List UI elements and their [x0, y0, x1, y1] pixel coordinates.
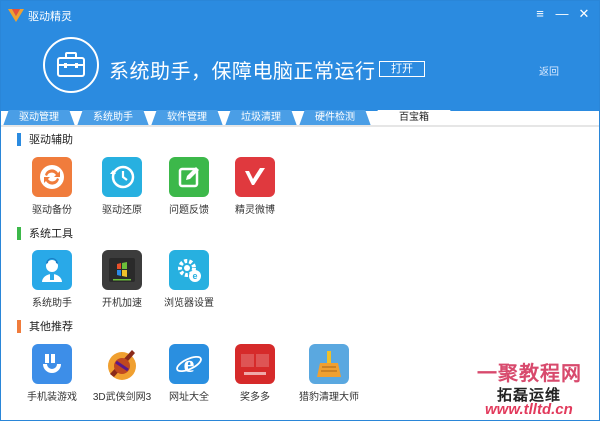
- cleanmaster-icon: [309, 344, 349, 384]
- watermark-line1: 一聚教程网: [477, 361, 582, 385]
- banner-text: 系统助手，保障电脑正常运行: [109, 61, 376, 83]
- tab-divider: [1, 125, 599, 127]
- open-button[interactable]: 打开: [379, 61, 425, 77]
- toolbox-banner-icon: [43, 37, 99, 93]
- app-jx3-game[interactable]: 3D武侠剑网3: [89, 344, 155, 403]
- app-label: 手机装游戏: [27, 392, 77, 403]
- driver-backup-icon: [32, 157, 72, 197]
- app-url-directory[interactable]: e 网址大全: [156, 344, 222, 403]
- tab-bar: 驱动管理 系统助手 软件管理 垃圾清理 硬件检测 百宝箱: [1, 109, 599, 126]
- section-title: 驱动辅助: [29, 134, 73, 146]
- section-accent-bar: [17, 319, 21, 333]
- app-boot-speedup[interactable]: 开机加速: [89, 250, 155, 309]
- watermark: 一聚教程网 拓磊运维 www.tlltd.cn: [449, 357, 599, 419]
- app-browser-settings[interactable]: e 浏览器设置: [156, 250, 222, 309]
- app-feedback[interactable]: 问题反馈: [156, 157, 222, 216]
- section-header-other-recommendations: 其他推荐: [17, 319, 73, 333]
- app-label: 精灵微博: [235, 205, 275, 216]
- browser-settings-icon: e: [169, 250, 209, 290]
- tab-hardware-detection[interactable]: 硬件检测: [299, 110, 371, 126]
- header: 驱动精灵 ≡ — ✕ 系统助手，保障电脑正常运行 打开 返回: [1, 1, 599, 111]
- titlebar: 驱动精灵 ≡ — ✕: [1, 1, 599, 29]
- watermark-url: www.tlltd.cn: [485, 401, 573, 418]
- section-header-system-tools: 系统工具: [17, 226, 73, 240]
- app-cleanmaster[interactable]: 猎豹清理大师: [289, 344, 369, 403]
- toolbox-icon: [57, 52, 85, 77]
- driver-restore-icon: [102, 157, 142, 197]
- app-label: 猎豹清理大师: [299, 392, 359, 403]
- back-link[interactable]: 返回: [539, 63, 559, 78]
- app-label: 3D武侠剑网3: [92, 392, 152, 403]
- minimize-button[interactable]: —: [553, 5, 571, 23]
- app-label: 开机加速: [102, 298, 142, 309]
- app-phone-game[interactable]: 手机装游戏: [19, 344, 85, 403]
- section-title: 其他推荐: [29, 321, 73, 333]
- lottery-icon: [235, 344, 275, 384]
- section-accent-bar: [17, 226, 21, 240]
- feedback-icon: [169, 157, 209, 197]
- tab-driver-management[interactable]: 驱动管理: [3, 110, 75, 126]
- section-accent-bar: [17, 132, 21, 146]
- tab-software-management[interactable]: 软件管理: [151, 110, 223, 126]
- tab-junk-cleanup[interactable]: 垃圾清理: [225, 110, 297, 126]
- jx3-game-icon: [102, 344, 142, 384]
- section-title: 系统工具: [29, 228, 73, 240]
- weibo-icon: [235, 157, 275, 197]
- app-label: 驱动还原: [102, 205, 142, 216]
- ie-icon: e: [169, 344, 209, 384]
- app-label: 系统助手: [32, 298, 72, 309]
- boot-speedup-icon: [102, 250, 142, 290]
- svg-text:e: e: [192, 271, 197, 281]
- app-label: 奖多多: [240, 392, 270, 403]
- tab-system-assistant[interactable]: 系统助手: [77, 110, 149, 126]
- section-header-driver-aids: 驱动辅助: [17, 132, 73, 146]
- app-driver-backup[interactable]: 驱动备份: [19, 157, 85, 216]
- app-logo-icon: [8, 9, 24, 22]
- app-lottery[interactable]: 奖多多: [222, 344, 288, 403]
- app-label: 驱动备份: [32, 205, 72, 216]
- app-system-assistant[interactable]: 系统助手: [19, 250, 85, 309]
- app-window: 驱动精灵 ≡ — ✕ 系统助手，保障电脑正常运行 打开 返回 驱动管理 系统助手…: [0, 0, 600, 421]
- app-label: 问题反馈: [169, 205, 209, 216]
- svg-text:e: e: [184, 352, 195, 378]
- menu-button[interactable]: ≡: [531, 5, 549, 23]
- app-driver-restore[interactable]: 驱动还原: [89, 157, 155, 216]
- tab-toolbox[interactable]: 百宝箱: [371, 110, 457, 126]
- app-weibo[interactable]: 精灵微博: [222, 157, 288, 216]
- app-label: 浏览器设置: [164, 298, 214, 309]
- window-controls: ≡ — ✕: [531, 5, 593, 23]
- phone-game-icon: [32, 344, 72, 384]
- app-title: 驱动精灵: [28, 11, 72, 23]
- system-assistant-icon: [32, 250, 72, 290]
- app-label: 网址大全: [169, 392, 209, 403]
- close-button[interactable]: ✕: [575, 5, 593, 23]
